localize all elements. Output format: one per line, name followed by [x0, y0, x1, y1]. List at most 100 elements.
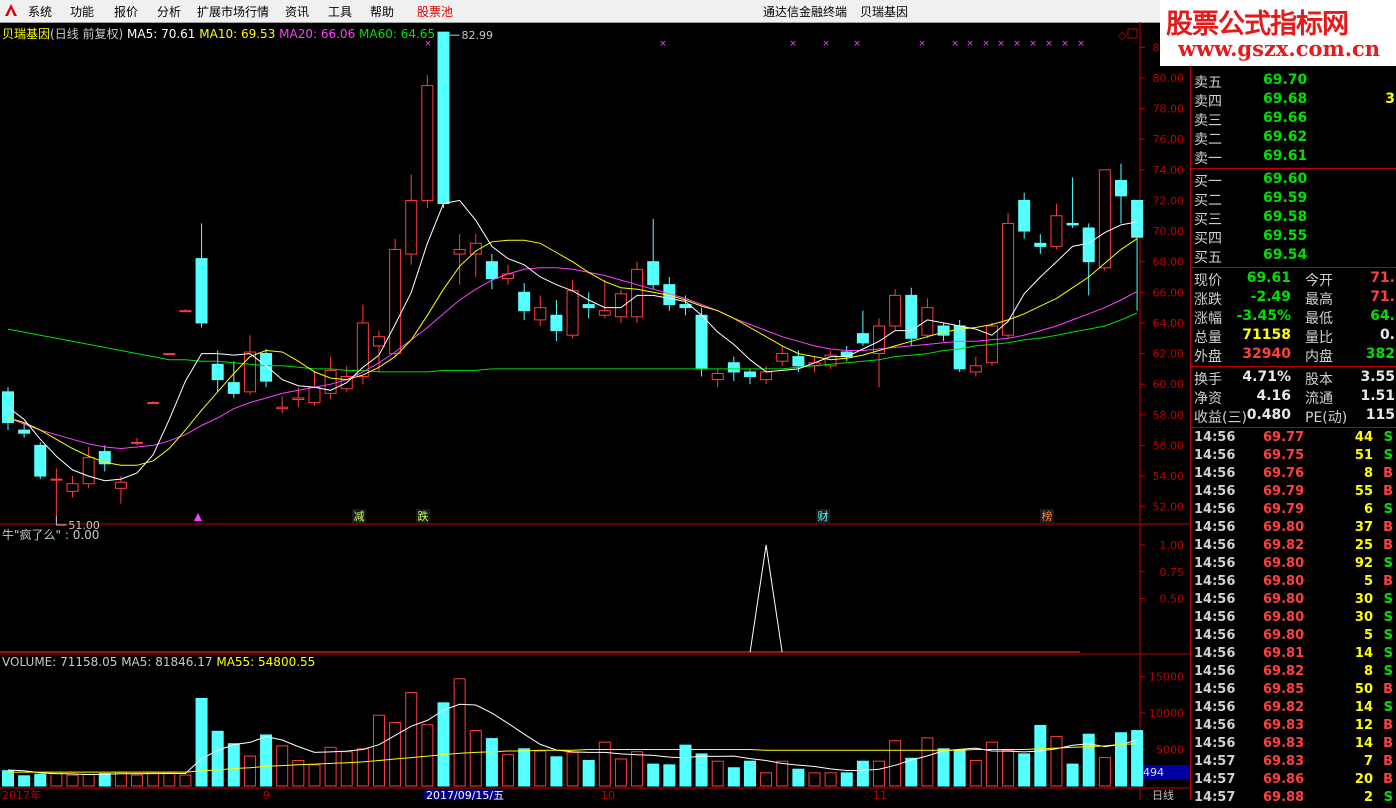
candle-body: [1050, 215, 1063, 247]
candle-body: [760, 371, 773, 381]
menu-extended-market[interactable]: 扩展市场行情: [197, 3, 269, 20]
order-book-price: 69.61: [1263, 148, 1308, 164]
menu-tools[interactable]: 工具: [328, 3, 352, 20]
tick-flag: B: [1383, 772, 1393, 787]
candle: [711, 368, 724, 388]
volume-label: VOLUME: 71158.05: [2, 655, 118, 669]
volume-bar: [163, 771, 176, 787]
window-title-app: 通达信金融终端: [763, 5, 848, 19]
top-marker: ×: [789, 39, 797, 49]
quote-stat-row: 现价 69.61 今开 71.: [1191, 270, 1396, 289]
tick-flag: S: [1383, 502, 1393, 517]
event-marker: 财: [818, 509, 829, 523]
candle: [1066, 177, 1079, 228]
tick-price: 69.77: [1263, 430, 1305, 445]
candle-body: [82, 457, 95, 485]
candle-body: [937, 325, 950, 336]
menu-help[interactable]: 帮助: [370, 3, 394, 20]
volume-bar: [469, 730, 482, 787]
tick-row: 14:56 69.79 55 B: [1191, 484, 1396, 502]
volume-bar: [550, 756, 563, 787]
menu-function[interactable]: 功能: [70, 3, 94, 20]
candle-body: [776, 353, 789, 362]
menu-stock-pool[interactable]: 股票池: [417, 3, 453, 20]
candle-body: [1018, 199, 1031, 232]
candle: [743, 368, 756, 385]
volume-bar: [50, 773, 63, 787]
candle: [227, 361, 240, 398]
tick-time: 14:56: [1194, 466, 1236, 481]
tick-time: 14:57: [1194, 790, 1236, 805]
candle-body: [647, 261, 660, 286]
price-axis-label: 74.00: [1153, 164, 1185, 177]
quote-stat-label: 涨幅: [1194, 311, 1222, 327]
kline-chart[interactable]: 82.0080.0078.0076.0074.0072.0070.0068.00…: [0, 22, 1190, 800]
volume-ma5-label: MA5: 81846.17: [121, 655, 213, 669]
tick-volume: 6: [1363, 502, 1373, 517]
candle: [534, 295, 547, 326]
menu-system[interactable]: 系统: [28, 3, 52, 20]
chart-area[interactable]: 82.0080.0078.0076.0074.0072.0070.0068.00…: [0, 22, 1190, 800]
candle-body: [614, 293, 627, 318]
price-axis-label: 68.00: [1153, 256, 1185, 269]
candle: [98, 445, 111, 472]
order-book-label: 买四: [1194, 231, 1222, 247]
tick-flag: B: [1383, 682, 1393, 697]
tick-row: 14:56 69.80 5 B: [1191, 574, 1396, 592]
menu-news[interactable]: 资讯: [285, 3, 309, 20]
tick-price: 69.82: [1263, 700, 1305, 715]
menu-quote[interactable]: 报价: [114, 3, 138, 20]
tick-flag: B: [1383, 520, 1393, 535]
candle-body: [631, 268, 644, 318]
price-axis-label: 78.00: [1153, 103, 1185, 116]
candle: [776, 345, 789, 366]
tick-flag: S: [1383, 610, 1393, 625]
candle-body: [131, 441, 144, 444]
volume-bar: [324, 746, 337, 787]
tick-time: 14:56: [1194, 484, 1236, 499]
order-book-price: 69.62: [1263, 129, 1308, 145]
order-book-label: 卖一: [1194, 151, 1222, 167]
menu-analysis[interactable]: 分析: [157, 3, 181, 20]
order-book-price: 69.68: [1263, 91, 1308, 107]
volume-bar: [1002, 749, 1015, 787]
candle: [485, 254, 498, 290]
order-book-buy-row: 买二 69.59: [1191, 190, 1396, 209]
candle-body: [1066, 222, 1079, 226]
volume-bar: [389, 722, 402, 787]
tick-volume: 30: [1354, 592, 1373, 607]
candle: [389, 238, 402, 357]
quote-stat-label: 换手: [1194, 372, 1222, 388]
indicator-axis-label: 1.00: [1160, 539, 1185, 552]
candle: [1098, 169, 1111, 271]
volume-bar: [647, 763, 660, 787]
quote-stat-value: 71.: [1370, 289, 1395, 305]
candle: [695, 307, 708, 377]
volume-bar: [82, 773, 95, 787]
x-axis-label: 2017年: [2, 788, 41, 800]
quote-stat-label: PE(动): [1305, 410, 1348, 426]
x-axis-label: 11: [873, 789, 887, 800]
candle: [163, 353, 176, 356]
divider: [1191, 267, 1396, 268]
candle-body: [421, 85, 434, 201]
event-marker: 减: [354, 510, 365, 523]
watermark-banner: 股票公式指标网 www.gszx.com.cn: [1160, 0, 1396, 66]
tick-time: 14:56: [1194, 646, 1236, 661]
quote-stat-value: 4.16: [1256, 388, 1291, 404]
volume-bar: [1018, 753, 1031, 787]
volume-bar: [372, 714, 385, 787]
candle-body: [356, 322, 369, 378]
top-marker: ×: [966, 39, 974, 49]
app-logo-icon: [5, 4, 17, 16]
candle-body: [66, 483, 79, 492]
tick-row: 14:56 69.83 12 B: [1191, 718, 1396, 736]
tick-price: 69.80: [1263, 628, 1305, 643]
volume-bar: [711, 760, 724, 787]
volume-bar: [953, 750, 966, 787]
candle-body: [485, 261, 498, 280]
candle: [179, 309, 192, 313]
volume-bar: [34, 773, 47, 787]
tick-time: 14:56: [1194, 556, 1236, 571]
volume-bar: [566, 751, 579, 787]
